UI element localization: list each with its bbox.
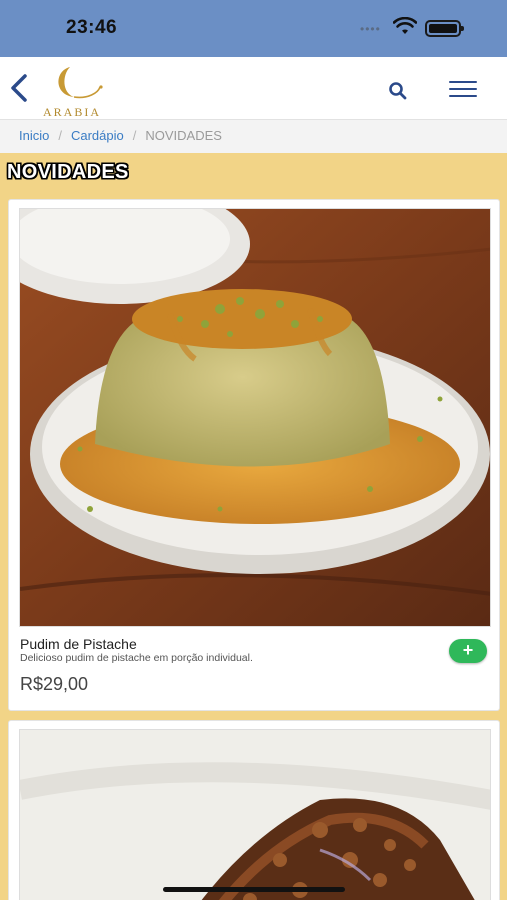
breadcrumb-separator: / [58,128,62,143]
top-navbar: ARABIA [0,57,507,120]
breadcrumb-inicio-link[interactable]: Inicio [19,128,49,143]
logo-text: ARABIA [43,105,102,119]
breadcrumb-separator: / [132,128,137,143]
wifi-icon [392,16,418,40]
search-icon[interactable] [388,81,408,101]
product-price: R$29,00 [20,674,89,694]
breadcrumb-cardapio-link[interactable]: Cardápio [71,128,124,143]
battery-icon [425,20,464,37]
product-image[interactable] [19,729,491,900]
product-card[interactable] [8,720,500,900]
back-chevron-icon[interactable] [6,73,32,103]
product-description: Delicioso pudim de pistache em porção in… [20,652,253,664]
section-title: NOVIDADES [7,161,129,183]
product-name[interactable]: Pudim de Pistache [20,636,137,652]
breadcrumb: Inicio / Cardápio / NOVIDADES [0,120,507,153]
signal-dots-icon: •••• [360,22,381,36]
product-image[interactable] [19,208,491,627]
home-indicator [163,887,345,892]
product-card[interactable]: Pudim de Pistache Delicioso pudim de pis… [8,199,500,711]
status-bar: 23:46 •••• [0,0,507,57]
hamburger-menu-icon[interactable] [449,81,477,99]
breadcrumb-current: NOVIDADES [145,128,222,143]
status-time: 23:46 [66,17,118,38]
add-to-cart-button[interactable]: + [449,639,487,663]
